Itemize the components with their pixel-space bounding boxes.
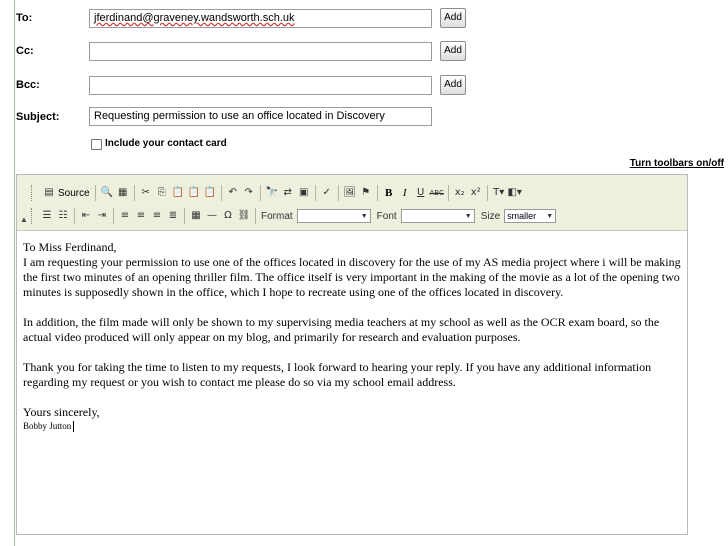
letter-closing: Yours sincerely,	[23, 405, 100, 419]
undo-icon[interactable]: ↶	[226, 186, 240, 200]
paste-icon[interactable]: 📋	[171, 186, 185, 200]
chevron-down-icon: ▼	[546, 212, 554, 220]
text-cursor	[73, 421, 75, 433]
horizontal-rule-icon[interactable]: —	[205, 209, 219, 223]
background-color-icon[interactable]: ◧▾	[507, 186, 521, 200]
templates-icon[interactable]: ▦	[116, 186, 130, 200]
source-icon: ▤	[44, 187, 54, 198]
link-icon[interactable]: ⛓	[237, 209, 251, 223]
toolbar-separator	[184, 208, 185, 224]
size-dropdown[interactable]: smaller ▼	[504, 209, 557, 223]
paste-word-icon[interactable]: 📋	[203, 186, 217, 200]
subject-label: Subject:	[16, 111, 60, 123]
preview-icon[interactable]: 🔍	[100, 186, 114, 200]
cc-add-button[interactable]: Add	[440, 41, 466, 61]
numbered-list-icon[interactable]: ☰	[40, 209, 54, 223]
chevron-down-icon: ▼	[360, 212, 368, 220]
source-label: Source	[58, 187, 90, 199]
toolbar-separator	[220, 185, 222, 201]
text-color-icon[interactable]: T▾	[492, 186, 506, 200]
italic-icon[interactable]: I	[398, 186, 412, 200]
toolbar-separator	[447, 185, 449, 201]
outdent-icon[interactable]: ⇤	[79, 209, 93, 223]
editor-toolbar: ▲ ▤ Source 🔍 ▦ ✂ ⎘ 📋 📋 📋 ↶ ↷ 🔭 ⇄ ▣ ✓ 🖼 ⚑…	[17, 175, 687, 231]
table-icon[interactable]: ▦	[189, 209, 203, 223]
special-char-icon[interactable]: Ω	[221, 209, 235, 223]
flash-icon[interactable]: ⚑	[359, 186, 373, 200]
image-icon[interactable]: 🖼	[343, 186, 357, 200]
size-value: smaller	[507, 211, 537, 221]
letter-signature: Bobby Jutton	[23, 421, 72, 431]
toolbar-separator	[255, 208, 256, 224]
toolbar-row-1: ▤ Source 🔍 ▦ ✂ ⎘ 📋 📋 📋 ↶ ↷ 🔭 ⇄ ▣ ✓ 🖼 ⚑ B…	[31, 183, 523, 203]
strikethrough-icon[interactable]: ABC	[430, 186, 444, 200]
toolbar-separator	[376, 185, 378, 201]
toolbar-separator	[486, 185, 488, 201]
copy-icon[interactable]: ⎘	[155, 186, 169, 200]
toolbar-grip	[31, 208, 35, 224]
align-right-icon[interactable]: ≡	[150, 209, 164, 223]
cc-field[interactable]	[89, 42, 432, 61]
toggle-toolbars-link[interactable]: Turn toolbars on/off	[630, 158, 724, 169]
size-label: Size	[480, 210, 501, 222]
toolbar-separator	[94, 185, 96, 201]
letter-greeting: To Miss Ferdinand,	[23, 240, 117, 254]
bulleted-list-icon[interactable]: ☷	[56, 209, 70, 223]
editor-content[interactable]: To Miss Ferdinand, I am requesting your …	[23, 240, 683, 433]
align-left-icon[interactable]: ≡	[118, 209, 132, 223]
paste-text-icon[interactable]: 📋	[187, 186, 201, 200]
subscript-icon[interactable]: x₂	[453, 186, 467, 200]
spellcheck-icon[interactable]: ✓	[320, 186, 334, 200]
redo-icon[interactable]: ↷	[242, 186, 256, 200]
toolbar-grip	[31, 185, 35, 201]
format-label: Format	[261, 210, 293, 222]
superscript-icon[interactable]: x²	[469, 186, 483, 200]
letter-paragraph-1: I am requesting your permission to use o…	[23, 255, 681, 299]
format-dropdown[interactable]: ▼	[296, 209, 371, 223]
toolbar-separator	[314, 185, 316, 201]
find-icon[interactable]: 🔭	[265, 186, 279, 200]
cc-label: Cc:	[16, 45, 34, 57]
font-label: Font	[376, 210, 397, 222]
justify-icon[interactable]: ≣	[166, 209, 180, 223]
to-field[interactable]: jferdinand@graveney.wandsworth.sch.uk	[89, 9, 432, 28]
letter-paragraph-2: In addition, the film made will only be …	[23, 315, 660, 344]
contact-card-checkbox[interactable]	[91, 139, 102, 150]
bcc-field[interactable]	[89, 76, 432, 95]
toolbar-separator	[337, 185, 339, 201]
toolbar-separator	[133, 185, 135, 201]
letter-signature-line: Bobby Jutton	[23, 420, 683, 433]
rich-text-editor[interactable]: ▲ ▤ Source 🔍 ▦ ✂ ⎘ 📋 📋 📋 ↶ ↷ 🔭 ⇄ ▣ ✓ 🖼 ⚑…	[16, 174, 688, 535]
toolbar-separator	[74, 208, 75, 224]
indent-icon[interactable]: ⇥	[95, 209, 109, 223]
toolbar-separator	[113, 208, 114, 224]
page-left-border	[14, 0, 15, 546]
replace-icon[interactable]: ⇄	[281, 186, 295, 200]
subject-field[interactable]: Requesting permission to use an office l…	[89, 107, 432, 126]
underline-icon[interactable]: U	[414, 186, 428, 200]
to-label: To:	[16, 12, 33, 24]
align-center-icon[interactable]: ≡	[134, 209, 148, 223]
source-button[interactable]: ▤ Source	[41, 186, 90, 200]
toolbar-row-2: ☰ ☷ ⇤ ⇥ ≡ ≡ ≡ ≣ ▦ — Ω ⛓ Format ▼ Font ▼	[31, 206, 557, 226]
select-all-icon[interactable]: ▣	[297, 186, 311, 200]
letter-paragraph-3: Thank you for taking the time to listen …	[23, 360, 652, 389]
toolbar-separator	[259, 185, 261, 201]
bcc-label: Bcc:	[16, 79, 40, 91]
collapse-toolbar-icon[interactable]: ▲	[20, 215, 28, 224]
contact-card-label: Include your contact card	[105, 138, 227, 149]
cut-icon[interactable]: ✂	[139, 186, 153, 200]
bold-icon[interactable]: B	[382, 186, 396, 200]
bcc-add-button[interactable]: Add	[440, 75, 466, 95]
to-add-button[interactable]: Add	[440, 8, 466, 28]
chevron-down-icon: ▼	[464, 212, 472, 220]
font-dropdown[interactable]: ▼	[400, 209, 475, 223]
